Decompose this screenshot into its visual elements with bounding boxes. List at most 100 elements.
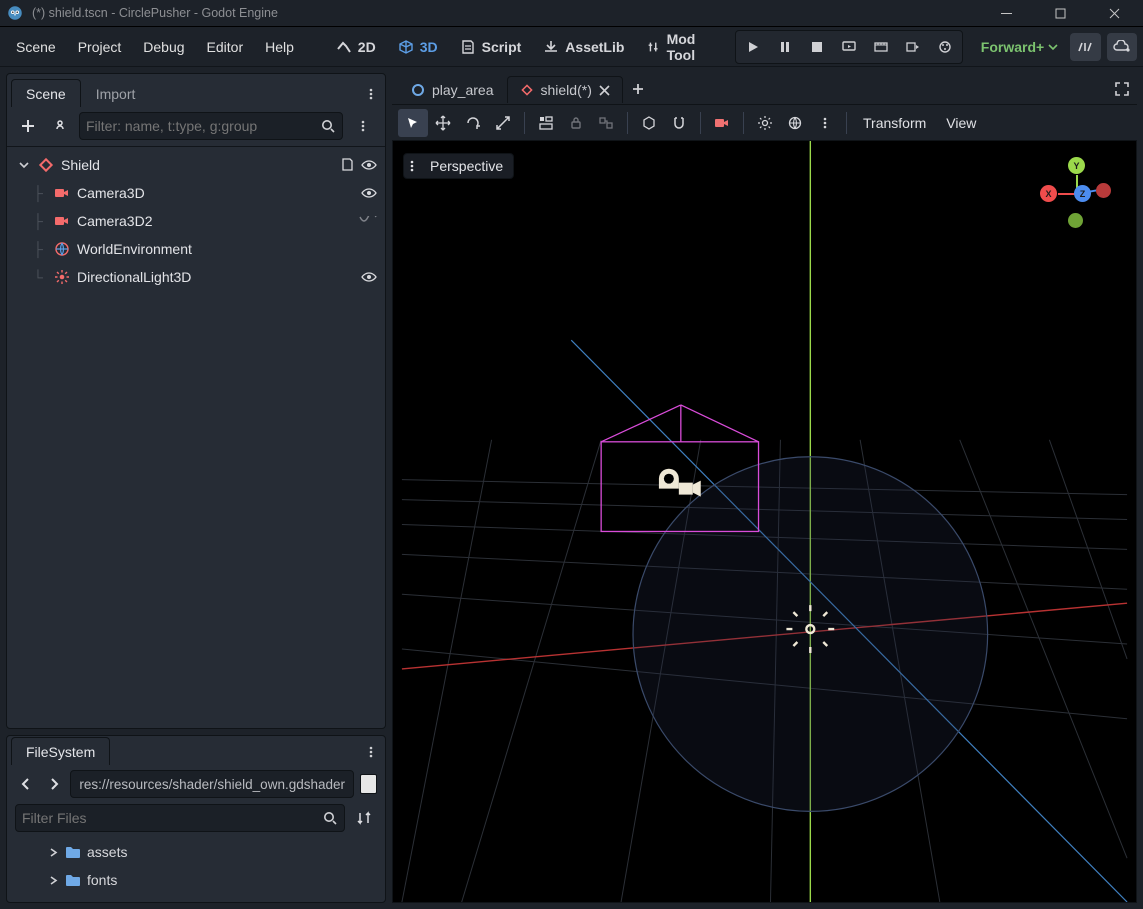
- tab-filesystem[interactable]: FileSystem: [11, 737, 110, 765]
- scene-panel-menu-button[interactable]: [357, 82, 385, 106]
- gizmo-y-axis[interactable]: Y: [1068, 157, 1085, 174]
- menu-debug[interactable]: Debug: [133, 33, 194, 61]
- fs-folder-label: fonts: [87, 872, 117, 888]
- scene-filter-input[interactable]: [79, 112, 343, 140]
- tab-scene[interactable]: Scene: [11, 79, 81, 107]
- window-title: (*) shield.tscn - CirclePusher - Godot E…: [32, 6, 975, 20]
- visibility-icon[interactable]: [361, 269, 377, 285]
- gizmo-neg-x[interactable]: [1096, 183, 1111, 198]
- node3d-icon: [520, 83, 534, 97]
- perspective-badge[interactable]: Perspective: [403, 153, 514, 179]
- visibility-icon[interactable]: [361, 157, 377, 173]
- fs-folder-label: global_scenes: [87, 900, 177, 903]
- tree-node-shield[interactable]: Shield: [7, 151, 385, 179]
- gizmo-neg-y[interactable]: [1068, 213, 1083, 228]
- viewport-canvas: [393, 141, 1136, 902]
- viewport-3d[interactable]: Perspective X Y Z: [392, 141, 1137, 903]
- mode-modtool-button[interactable]: Mod Tool: [636, 25, 730, 69]
- preview-camera-button[interactable]: [707, 109, 737, 137]
- scene-tabs-bar: play_area shield(*): [392, 73, 1137, 105]
- camera-icon: [53, 213, 71, 229]
- tree-node-camera3d2[interactable]: ├ Camera3D2: [7, 207, 385, 235]
- play-custom-scene-button[interactable]: [898, 33, 928, 61]
- instance-scene-button[interactable]: [47, 113, 73, 139]
- fs-folder-global_scenes[interactable]: global_scenes: [7, 894, 385, 903]
- scale-tool-button[interactable]: [488, 109, 518, 137]
- lock-button[interactable]: [561, 109, 591, 137]
- fs-color-swatch[interactable]: [360, 774, 377, 794]
- search-icon: [320, 118, 336, 134]
- scene-tab-shield[interactable]: shield(*): [507, 76, 623, 103]
- render-mode-dropdown[interactable]: Forward+: [975, 39, 1064, 55]
- tree-node-dirlight[interactable]: └ DirectionalLight3D: [7, 263, 385, 291]
- selectable-button[interactable]: [531, 109, 561, 137]
- scene-tab-label: shield(*): [541, 82, 592, 98]
- view-menu[interactable]: View: [936, 111, 986, 135]
- group-button[interactable]: [591, 109, 621, 137]
- mode-2d-button[interactable]: 2D: [326, 33, 386, 61]
- menu-editor[interactable]: Editor: [197, 33, 254, 61]
- tree-node-camera3d[interactable]: ├ Camera3D: [7, 179, 385, 207]
- stop-button[interactable]: [802, 33, 832, 61]
- scene-tab-play-area[interactable]: play_area: [398, 76, 507, 103]
- mode-2d-label: 2D: [358, 39, 376, 55]
- gizmo-z-axis[interactable]: Z: [1074, 185, 1091, 202]
- add-node-button[interactable]: [15, 113, 41, 139]
- move-tool-button[interactable]: [428, 109, 458, 137]
- menu-scene[interactable]: Scene: [6, 33, 66, 61]
- local-space-button[interactable]: [634, 109, 664, 137]
- remote-debug-button[interactable]: [1070, 33, 1100, 61]
- gizmo-x-axis[interactable]: X: [1040, 185, 1057, 202]
- close-tab-button[interactable]: [599, 85, 610, 96]
- window-close-button[interactable]: [1091, 0, 1137, 27]
- movie-maker-button[interactable]: [930, 33, 960, 61]
- preview-sun-button[interactable]: [750, 109, 780, 137]
- fs-sort-button[interactable]: [351, 805, 377, 831]
- camera-icon: [53, 185, 71, 201]
- pause-button[interactable]: [770, 33, 800, 61]
- fs-path-box[interactable]: res://resources/shader/shield_own.gdshad…: [70, 770, 354, 798]
- fs-filter-input[interactable]: [15, 804, 345, 832]
- hidden-icon[interactable]: [359, 216, 377, 226]
- tree-branch-icon: └: [29, 269, 47, 285]
- fs-filter-field[interactable]: [22, 810, 316, 826]
- menu-help[interactable]: Help: [255, 33, 304, 61]
- fs-folder-fonts[interactable]: fonts: [7, 866, 385, 894]
- cloud-play-button[interactable]: [1107, 33, 1137, 61]
- scene-filter-field[interactable]: [86, 118, 314, 134]
- scene-filter-menu-button[interactable]: [349, 114, 377, 138]
- mode-script-button[interactable]: Script: [450, 33, 532, 61]
- filesystem-panel-menu-button[interactable]: [357, 740, 385, 764]
- chevron-down-icon: [1048, 42, 1058, 52]
- transform-menu[interactable]: Transform: [853, 111, 936, 135]
- script-icon[interactable]: [340, 157, 355, 173]
- play-scene-button[interactable]: [866, 33, 896, 61]
- window-maximize-button[interactable]: [1037, 0, 1083, 27]
- select-tool-button[interactable]: [398, 109, 428, 137]
- preview-env-button[interactable]: [780, 109, 810, 137]
- mode-assetlib-button[interactable]: AssetLib: [533, 33, 634, 61]
- fs-back-button[interactable]: [15, 771, 37, 797]
- tab-import[interactable]: Import: [81, 79, 151, 107]
- collapse-icon[interactable]: [17, 160, 31, 170]
- snap-button[interactable]: [664, 109, 694, 137]
- viewport-toolbar-menu-button[interactable]: [810, 109, 840, 137]
- menu-project[interactable]: Project: [68, 33, 132, 61]
- new-scene-tab-button[interactable]: [623, 76, 653, 102]
- mode-3d-button[interactable]: 3D: [388, 33, 448, 61]
- fs-forward-button[interactable]: [43, 771, 65, 797]
- dirlight-icon: [53, 269, 71, 285]
- orientation-gizmo[interactable]: X Y Z: [1038, 155, 1118, 235]
- chevron-right-icon: [47, 876, 59, 885]
- fs-folder-assets[interactable]: assets: [7, 838, 385, 866]
- tree-node-worldenv[interactable]: ├ WorldEnvironment: [7, 235, 385, 263]
- mode-3d-label: 3D: [420, 39, 438, 55]
- tree-node-label: DirectionalLight3D: [77, 269, 355, 285]
- window-minimize-button[interactable]: [983, 0, 1029, 27]
- menubar: Scene Project Debug Editor Help 2D 3D Sc…: [0, 27, 1143, 67]
- rotate-tool-button[interactable]: [458, 109, 488, 137]
- play-button[interactable]: [738, 33, 768, 61]
- play-remote-button[interactable]: [834, 33, 864, 61]
- visibility-icon[interactable]: [361, 185, 377, 201]
- distraction-free-button[interactable]: [1107, 76, 1137, 102]
